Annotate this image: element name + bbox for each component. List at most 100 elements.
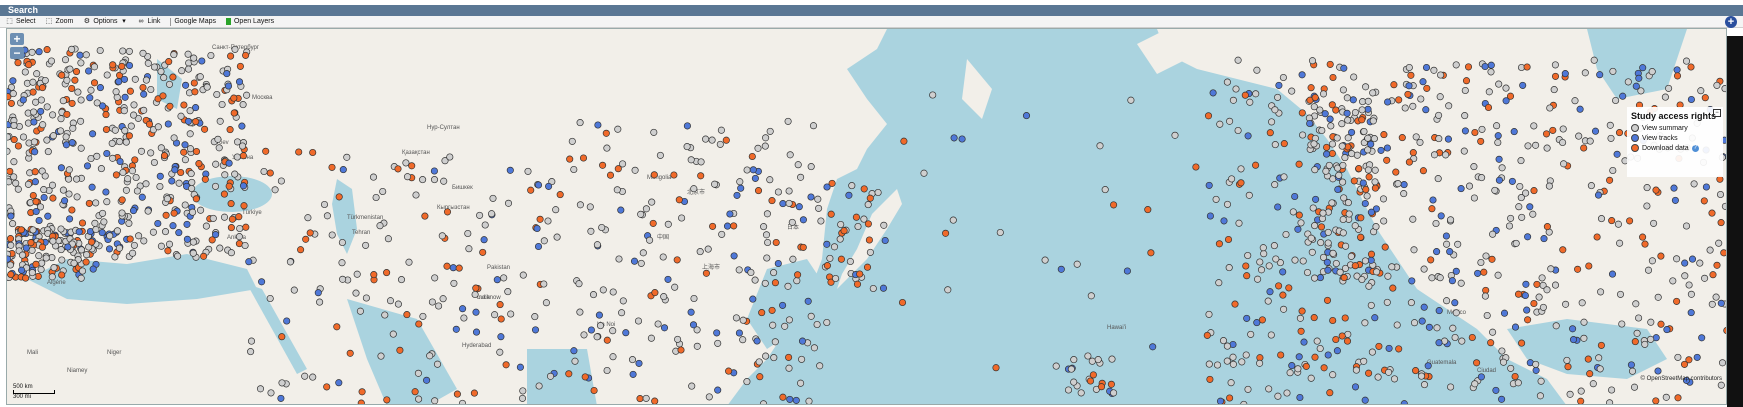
- study-marker[interactable]: [1597, 215, 1606, 223]
- study-marker[interactable]: [1364, 146, 1372, 154]
- study-marker[interactable]: [1070, 378, 1078, 386]
- study-marker[interactable]: [1240, 400, 1248, 405]
- study-marker[interactable]: [1633, 329, 1641, 337]
- study-marker[interactable]: [648, 198, 656, 206]
- study-marker[interactable]: [188, 184, 196, 193]
- study-marker[interactable]: [1478, 125, 1486, 133]
- study-marker[interactable]: [239, 182, 248, 190]
- study-marker[interactable]: [1311, 93, 1319, 102]
- study-marker[interactable]: [1594, 191, 1603, 199]
- study-marker[interactable]: [1449, 324, 1457, 332]
- study-marker[interactable]: [49, 111, 57, 119]
- study-marker[interactable]: [180, 148, 188, 156]
- study-marker[interactable]: [328, 231, 336, 239]
- study-marker[interactable]: [192, 147, 201, 156]
- study-marker[interactable]: [1400, 181, 1408, 189]
- study-marker[interactable]: [35, 252, 43, 260]
- study-marker[interactable]: [1329, 371, 1337, 379]
- study-marker[interactable]: [1577, 387, 1585, 395]
- study-marker[interactable]: [1532, 360, 1540, 368]
- layer-switcher-icon[interactable]: +: [1725, 16, 1737, 28]
- study-marker[interactable]: [1369, 117, 1377, 125]
- study-marker[interactable]: [853, 280, 862, 288]
- study-marker[interactable]: [231, 45, 239, 53]
- study-marker[interactable]: [1070, 356, 1078, 364]
- study-marker[interactable]: [397, 276, 406, 284]
- study-marker[interactable]: [1674, 394, 1682, 402]
- study-marker[interactable]: [1226, 117, 1234, 125]
- study-marker[interactable]: [1508, 177, 1516, 185]
- study-marker[interactable]: [88, 183, 96, 191]
- study-marker[interactable]: [186, 145, 195, 153]
- study-marker[interactable]: [566, 155, 574, 163]
- study-marker[interactable]: [1335, 171, 1343, 179]
- zoom-tool[interactable]: ⬚ Zoom: [45, 18, 74, 25]
- study-marker[interactable]: [421, 212, 429, 220]
- study-marker[interactable]: [328, 163, 336, 171]
- study-marker[interactable]: [779, 301, 787, 309]
- study-marker[interactable]: [1530, 299, 1538, 308]
- study-marker[interactable]: [1409, 149, 1417, 157]
- study-marker[interactable]: [1067, 365, 1075, 373]
- study-marker[interactable]: [89, 130, 97, 138]
- study-marker[interactable]: [1524, 233, 1532, 241]
- study-marker[interactable]: [97, 165, 105, 173]
- study-marker[interactable]: [1546, 104, 1554, 112]
- study-marker[interactable]: [89, 265, 97, 273]
- study-marker[interactable]: [1108, 355, 1116, 363]
- study-marker[interactable]: [93, 99, 101, 107]
- study-marker[interactable]: [502, 361, 510, 369]
- study-marker[interactable]: [142, 76, 150, 84]
- study-marker[interactable]: [19, 133, 28, 141]
- study-marker[interactable]: [1307, 234, 1315, 242]
- study-marker[interactable]: [1275, 81, 1283, 89]
- study-marker[interactable]: [785, 199, 793, 207]
- study-marker[interactable]: [195, 160, 203, 168]
- study-marker[interactable]: [1609, 166, 1617, 175]
- study-marker[interactable]: [212, 160, 220, 168]
- study-marker[interactable]: [209, 214, 217, 222]
- study-marker[interactable]: [105, 245, 114, 253]
- study-marker[interactable]: [1407, 299, 1415, 307]
- study-marker[interactable]: [242, 223, 250, 231]
- study-marker[interactable]: [166, 102, 174, 110]
- study-marker[interactable]: [464, 229, 472, 238]
- study-marker[interactable]: [751, 276, 759, 284]
- study-marker[interactable]: [646, 236, 654, 244]
- study-marker[interactable]: [1639, 233, 1647, 241]
- study-marker[interactable]: [118, 196, 126, 204]
- study-marker[interactable]: [874, 188, 882, 197]
- study-marker[interactable]: [1532, 366, 1540, 374]
- study-marker[interactable]: [231, 170, 239, 178]
- study-marker[interactable]: [352, 289, 360, 297]
- study-marker[interactable]: [190, 54, 198, 62]
- study-marker[interactable]: [1566, 390, 1574, 398]
- study-marker[interactable]: [1057, 265, 1065, 273]
- study-marker[interactable]: [183, 235, 191, 243]
- study-marker[interactable]: [122, 186, 130, 194]
- study-marker[interactable]: [370, 271, 378, 279]
- study-marker[interactable]: [1437, 71, 1445, 79]
- study-marker[interactable]: [1428, 205, 1436, 213]
- study-marker[interactable]: [863, 263, 872, 271]
- study-marker[interactable]: [651, 289, 659, 297]
- study-marker[interactable]: [785, 353, 793, 361]
- study-marker[interactable]: [1089, 371, 1097, 379]
- study-marker[interactable]: [1523, 306, 1531, 314]
- study-marker[interactable]: [497, 333, 505, 341]
- study-marker[interactable]: [609, 288, 617, 296]
- study-marker[interactable]: [671, 283, 679, 291]
- study-marker[interactable]: [87, 154, 95, 163]
- study-marker[interactable]: [1323, 143, 1331, 151]
- study-marker[interactable]: [1502, 84, 1510, 92]
- study-marker[interactable]: [540, 237, 548, 245]
- study-marker[interactable]: [840, 227, 848, 235]
- study-marker[interactable]: [162, 211, 170, 219]
- study-marker[interactable]: [794, 271, 802, 279]
- study-marker[interactable]: [1482, 252, 1490, 260]
- study-marker[interactable]: [33, 70, 41, 78]
- study-marker[interactable]: [240, 202, 248, 210]
- study-marker[interactable]: [258, 278, 266, 286]
- study-marker[interactable]: [1332, 259, 1340, 268]
- study-marker[interactable]: [415, 320, 423, 328]
